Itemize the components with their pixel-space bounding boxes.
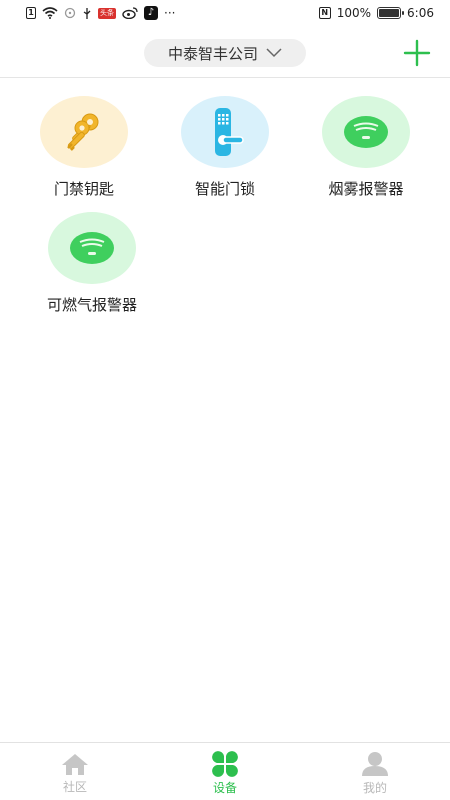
header: 中泰智丰公司 (0, 30, 450, 78)
device-label: 烟雾报警器 (328, 180, 404, 198)
status-bar: 1 头条 ♪ ··· N 100% 6:06 (0, 0, 450, 26)
weibo-icon (122, 6, 138, 20)
add-device-button[interactable] (402, 38, 432, 68)
device-smoke-detector[interactable]: 烟雾报警器 (301, 96, 431, 199)
news-app-icon: 头条 (98, 7, 116, 19)
smart-lock-icon (181, 96, 269, 168)
tab-community[interactable]: 社区 (0, 743, 150, 800)
device-label: 门禁钥匙 (53, 180, 114, 198)
battery-percent: 100% (336, 6, 372, 20)
gas-detector-icon (48, 212, 136, 284)
device-label: 智能门锁 (194, 180, 255, 198)
more-notifications: ··· (164, 6, 176, 20)
sync-icon (64, 6, 76, 20)
nfc-icon: N (318, 6, 331, 20)
wifi-icon (42, 6, 58, 20)
company-selector[interactable]: 中泰智丰公司 (144, 39, 306, 67)
chevron-down-icon (266, 45, 282, 61)
keys-icon (40, 96, 128, 168)
plus-icon (403, 39, 431, 67)
battery-level (379, 9, 400, 17)
bottom-nav: 社区 设备 我的 (0, 742, 450, 800)
tab-label: 我的 (362, 781, 387, 795)
tab-mine[interactable]: 我的 (300, 743, 450, 800)
smoke-detector-icon (322, 96, 410, 168)
clover-icon (212, 751, 238, 777)
usb-icon (82, 6, 92, 20)
tab-devices[interactable]: 设备 (150, 743, 300, 800)
device-smart-lock[interactable]: 智能门锁 (160, 96, 290, 199)
tab-label: 设备 (212, 781, 237, 795)
device-door-keys[interactable]: 门禁钥匙 (19, 96, 149, 199)
clock: 6:06 (407, 6, 434, 20)
status-right: N 100% 6:06 (318, 6, 434, 20)
user-icon (362, 752, 388, 776)
battery-icon (377, 7, 405, 19)
company-name: 中泰智丰公司 (167, 44, 258, 63)
status-left: 1 头条 ♪ ··· (26, 6, 175, 20)
sim-icon: 1 (26, 6, 36, 20)
tiktok-icon: ♪ (144, 6, 158, 20)
home-icon (62, 754, 88, 775)
tab-label: 社区 (62, 780, 87, 794)
device-label: 可燃气报警器 (46, 296, 137, 314)
device-gas-detector[interactable]: 可燃气报警器 (27, 212, 157, 315)
